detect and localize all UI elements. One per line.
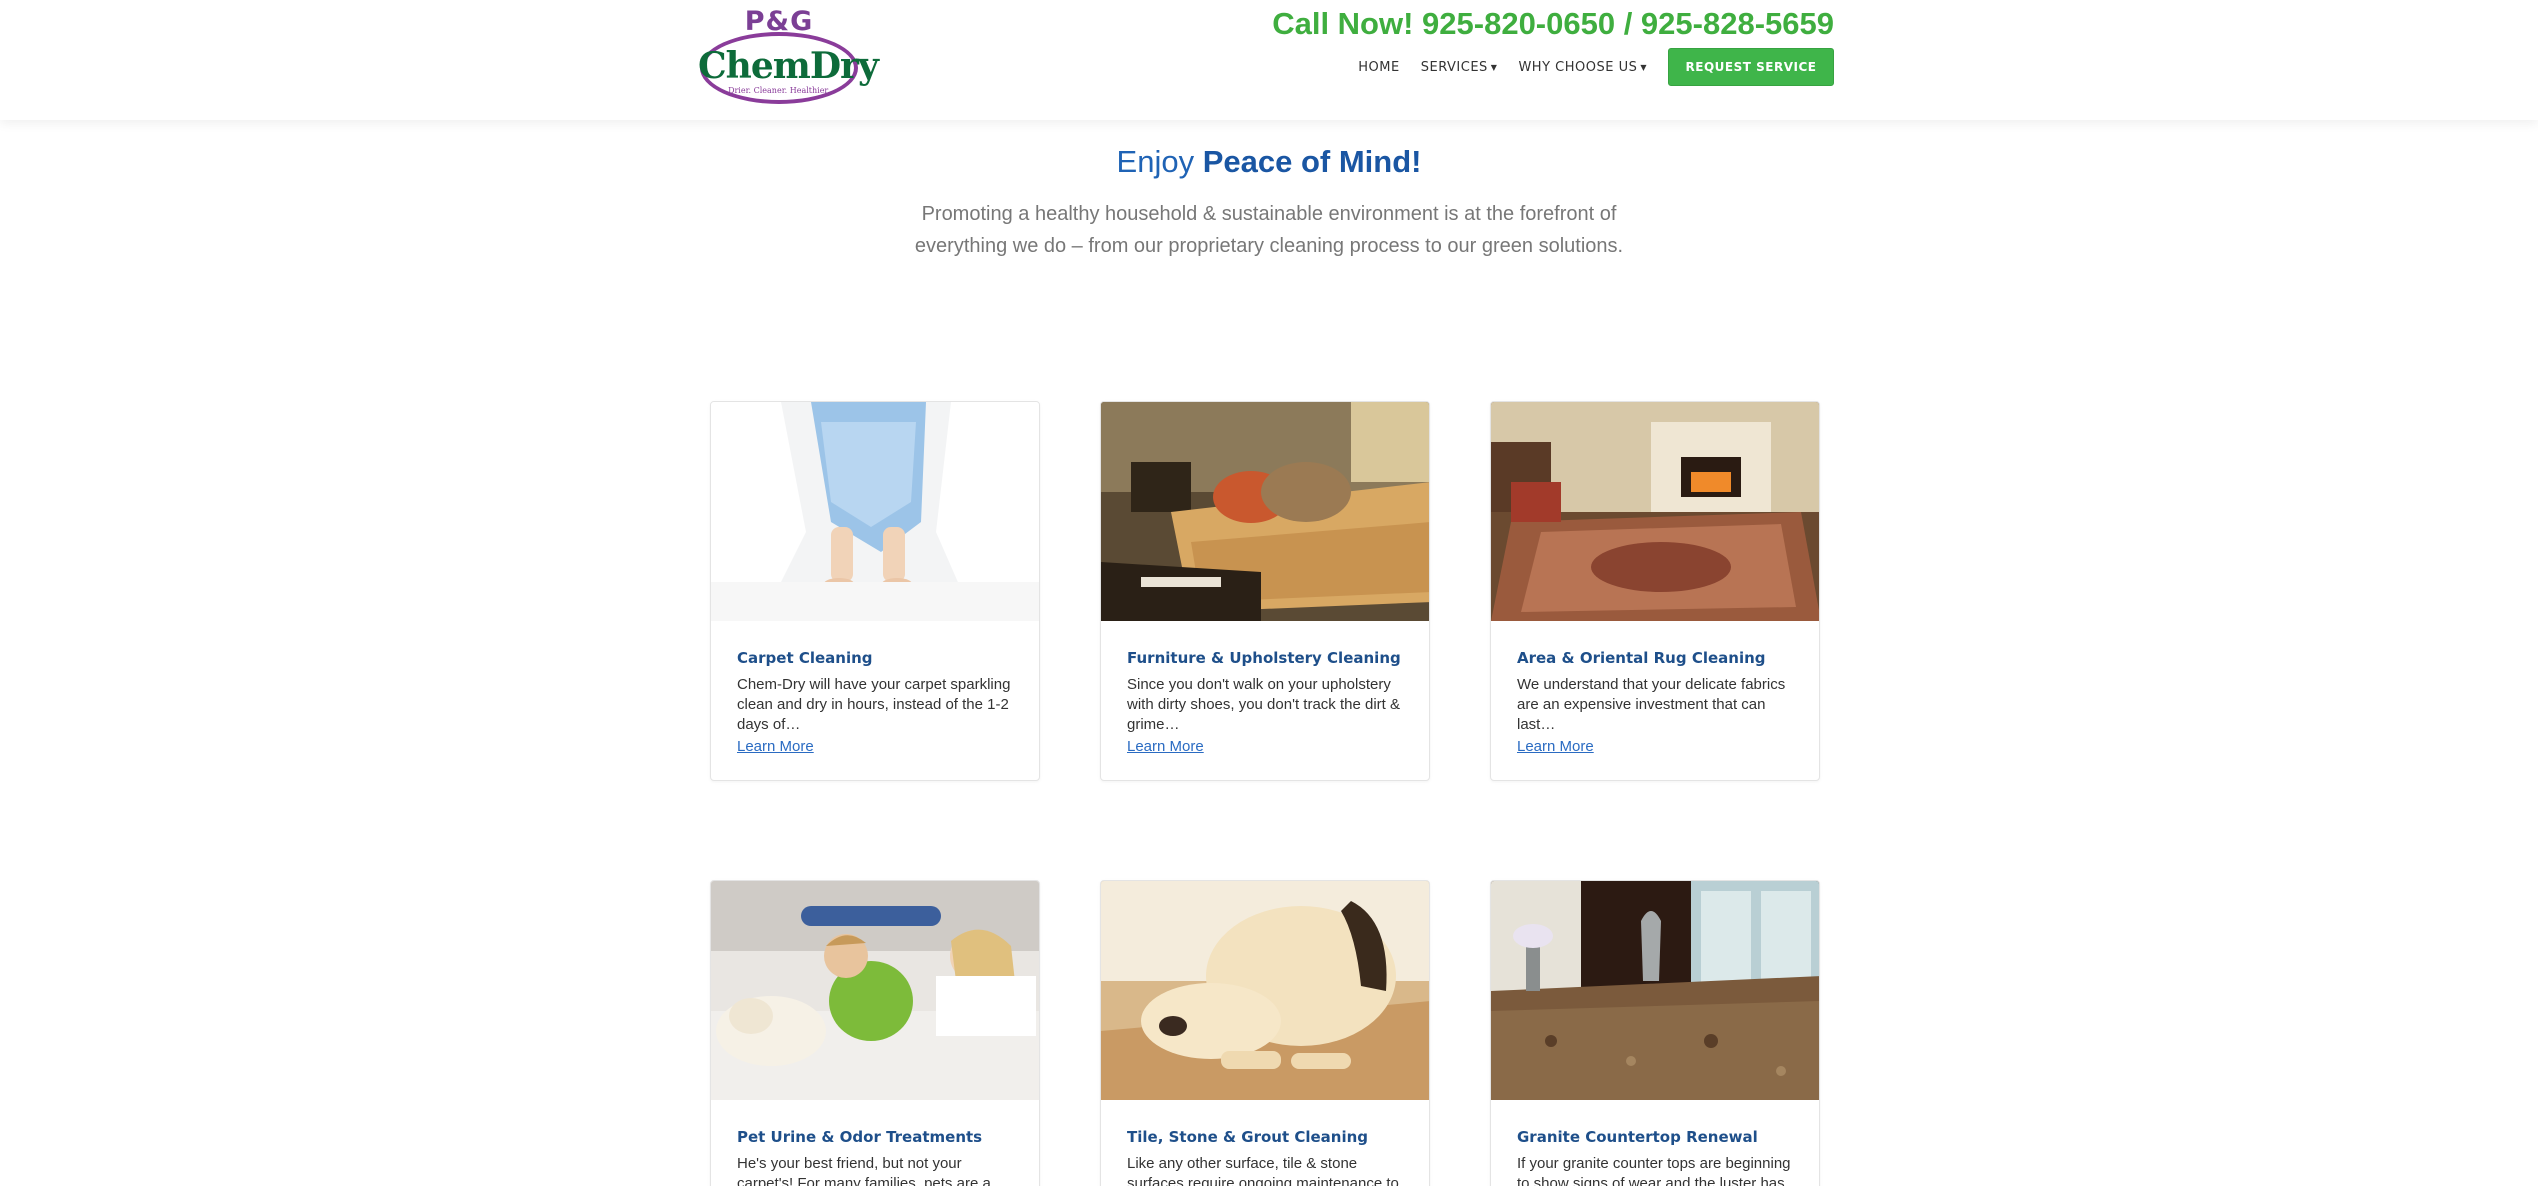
chemdry-logo[interactable]: P&G ChemDry Drier. Cleaner. Healthier. [698,6,879,106]
service-card-tile: Tile, Stone & Grout Cleaning Like any ot… [1100,880,1430,1186]
nav-why-label: WHY CHOOSE US [1518,59,1638,75]
card-description: Since you don't walk on your upholstery … [1127,676,1400,733]
nav-home[interactable]: HOME [1358,60,1399,75]
logo-tagline: Drier. Cleaner. Healthier. [728,86,830,95]
service-card-rug: Area & Oriental Rug Cleaning We understa… [1490,401,1820,781]
card-title[interactable]: Carpet Cleaning [737,649,1013,667]
nav-services[interactable]: SERVICES ▼ [1421,60,1498,75]
card-description: Like any other surface, tile & stone sur… [1127,1155,1399,1186]
card-body: Carpet Cleaning Chem-Dry will have your … [711,621,1039,780]
call-now-phone[interactable]: Call Now! 925-820-0650 / 925-828-5659 [1272,6,1834,42]
card-body: Pet Urine & Odor Treatments He's your be… [711,1100,1039,1186]
card-title[interactable]: Tile, Stone & Grout Cleaning [1127,1128,1403,1146]
tile-cleaning-image[interactable] [1101,881,1429,1100]
service-card-upholstery: Furniture & Upholstery Cleaning Since yo… [1100,401,1430,781]
card-title[interactable]: Pet Urine & Odor Treatments [737,1128,1013,1146]
carpet-cleaning-image[interactable] [711,402,1039,621]
intro-heading-light: Enjoy [1116,144,1195,179]
learn-more-link[interactable]: Learn More [1127,738,1204,755]
request-service-button[interactable]: REQUEST SERVICE [1668,48,1834,86]
learn-more-link[interactable]: Learn More [737,738,814,755]
card-body: Area & Oriental Rug Cleaning We understa… [1491,621,1819,780]
service-card-pet: Pet Urine & Odor Treatments He's your be… [710,880,1040,1186]
granite-countertop-image[interactable] [1491,881,1819,1100]
card-body: Furniture & Upholstery Cleaning Since yo… [1101,621,1429,780]
service-card-granite: Granite Countertop Renewal If your grani… [1490,880,1820,1186]
intro-heading: Enjoy Peace of Mind! [0,144,2538,180]
card-description: We understand that your delicate fabrics… [1517,676,1786,733]
card-description: Chem-Dry will have your carpet sparkling… [737,676,1011,733]
logo-main-text: ChemDry [698,45,879,87]
intro-heading-bold: Peace of Mind! [1202,144,1422,179]
service-card-carpet: Carpet Cleaning Chem-Dry will have your … [710,401,1040,781]
nav-why-choose-us[interactable]: WHY CHOOSE US ▼ [1518,60,1647,75]
card-body: Granite Countertop Renewal If your grani… [1491,1100,1819,1186]
card-description: If your granite counter tops are beginni… [1517,1155,1791,1186]
upholstery-cleaning-image[interactable] [1101,402,1429,621]
card-description: He's your best friend, but not your carp… [737,1155,991,1186]
card-title[interactable]: Furniture & Upholstery Cleaning [1127,649,1403,667]
nav-home-label: HOME [1358,59,1400,75]
caret-down-icon: ▼ [1490,62,1498,72]
pet-odor-image[interactable] [711,881,1039,1100]
card-title[interactable]: Area & Oriental Rug Cleaning [1517,649,1793,667]
caret-down-icon: ▼ [1640,62,1647,72]
card-title[interactable]: Granite Countertop Renewal [1517,1128,1793,1146]
learn-more-link[interactable]: Learn More [1517,738,1594,755]
site-header: P&G ChemDry Drier. Cleaner. Healthier. C… [0,0,2538,120]
nav-services-label: SERVICES [1420,59,1488,75]
main-nav: HOME SERVICES ▼ WHY CHOOSE US ▼ REQUEST … [1358,48,1834,86]
card-body: Tile, Stone & Grout Cleaning Like any ot… [1101,1100,1429,1186]
intro-paragraph: Promoting a healthy household & sustaina… [914,203,1624,257]
rug-cleaning-image[interactable] [1491,402,1819,621]
